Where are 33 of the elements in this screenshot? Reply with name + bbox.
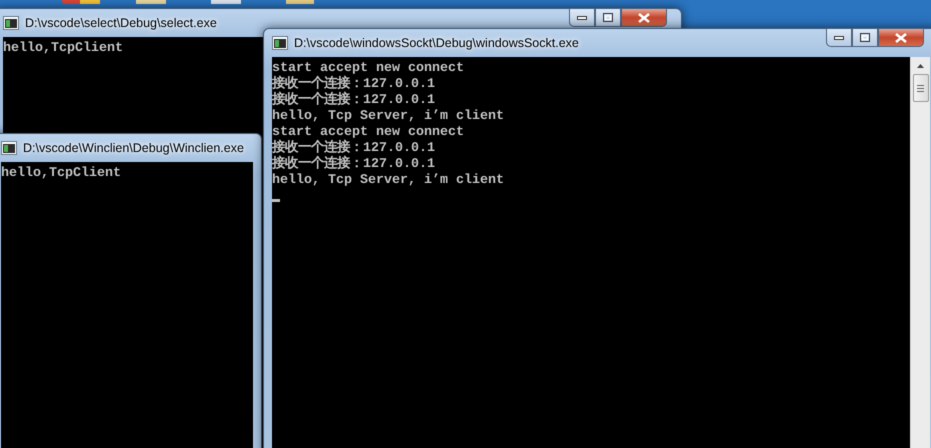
scrollbar-thumb[interactable] (912, 74, 928, 102)
console-icon[interactable] (1, 141, 17, 155)
close-button[interactable] (621, 8, 667, 27)
close-icon (895, 32, 907, 42)
scrollbar[interactable] (910, 57, 930, 448)
console-line: start accept new connect (272, 61, 464, 76)
console-line: 接收一个连接：127.0.0.1 (272, 77, 435, 92)
up-arrow-icon (917, 64, 924, 68)
console-line: 接收一个连接：127.0.0.1 (272, 157, 435, 173)
maximize-icon (860, 33, 870, 42)
close-icon (638, 12, 650, 22)
console-icon[interactable] (3, 16, 19, 30)
console-line: hello,TcpClient (1, 166, 121, 182)
desktop-icon[interactable] (62, 0, 100, 4)
console-line: hello, Tcp Server, i’m client (272, 173, 504, 189)
minimize-icon (577, 16, 587, 20)
minimize-icon (834, 36, 844, 40)
grip-icon (917, 84, 924, 92)
close-button[interactable] (878, 28, 924, 47)
minimize-button[interactable] (826, 28, 852, 47)
window-title: D:\vscode\select\Debug\select.exe (25, 16, 217, 30)
maximize-icon (603, 13, 613, 22)
maximize-button[interactable] (595, 8, 621, 27)
window-title: D:\vscode\windowsSockt\Debug\windowsSockt.exe (294, 36, 579, 50)
console-line: start accept new connect (272, 125, 464, 140)
console-line: 接收一个连接：127.0.0.1 (272, 93, 435, 109)
minimize-button[interactable] (569, 8, 595, 27)
console-line: hello, Tcp Server, i’m client (272, 109, 504, 125)
maximize-button[interactable] (852, 28, 878, 47)
window-title: D:\vscode\Winclien\Debug\Winclien.exe (23, 141, 244, 155)
console-line: hello,TcpClient (3, 41, 123, 57)
console-icon[interactable] (272, 36, 288, 50)
console-line: 接收一个连接：127.0.0.1 (272, 141, 435, 156)
